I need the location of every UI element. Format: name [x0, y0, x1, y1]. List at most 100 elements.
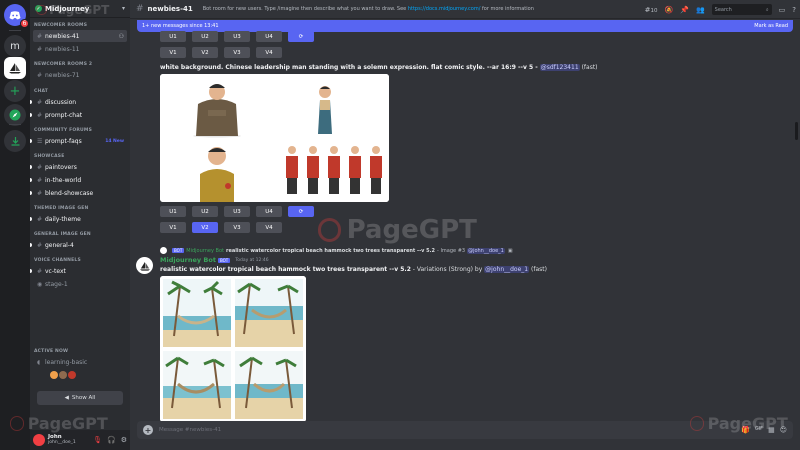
u1-button[interactable]: U1 — [160, 206, 186, 217]
avatar — [50, 371, 58, 379]
server-rail: 6 m + — [0, 0, 30, 450]
channel-vc-text[interactable]: # vc-text — [30, 265, 127, 277]
watermark-text: PageGPT — [707, 414, 788, 433]
generated-image-grid[interactable] — [160, 276, 306, 422]
scrollbar[interactable] — [795, 122, 798, 140]
channel-blend-showcase[interactable]: # blend-showcase — [30, 187, 127, 199]
v1-button[interactable]: V1 — [160, 47, 186, 58]
user-panel: John john__doe_1 🎙 🎧 ⚙ — [30, 430, 130, 450]
download-icon[interactable] — [4, 130, 26, 152]
server-icon-m[interactable]: m — [4, 35, 26, 57]
category-header[interactable]: NEWCOMER ROOMS 2 — [30, 60, 130, 68]
inbox-icon[interactable]: ▭ — [779, 6, 786, 14]
channel-newbies-71[interactable]: # newbies-71 — [33, 69, 127, 81]
speed-label: (fast) — [581, 64, 598, 71]
user-mention[interactable]: @john__doe_1 — [484, 266, 530, 273]
channel-topbar: # newbies-41 Bot room for new users. Typ… — [130, 0, 800, 19]
pin-icon[interactable]: 📌 — [680, 6, 689, 14]
u4-button[interactable]: U4 — [256, 206, 282, 217]
channel-label: learning-basic — [45, 358, 88, 366]
channel-topic[interactable]: Bot room for new users. Type /imagine th… — [203, 6, 534, 12]
headphones-icon[interactable]: 🎧 — [107, 436, 116, 444]
channel-newbies-41[interactable]: # newbies-41 ⚇ — [33, 30, 127, 42]
unread-indicator — [30, 139, 32, 143]
channel-in-the-world[interactable]: # in-the-world — [30, 174, 127, 186]
channel-learning-basic[interactable]: ◖ learning-basic — [33, 356, 127, 368]
message-header: Midjourney Bot BOT Today at 12:46 — [160, 256, 269, 264]
channel-daily-theme[interactable]: # daily-theme — [30, 213, 127, 225]
category-header[interactable]: THEMED IMAGE GEN — [30, 204, 130, 212]
category-header[interactable]: COMMUNITY FORUMS — [30, 126, 130, 134]
reply-reference[interactable]: BOT Midjourney Bot realistic watercolor … — [160, 247, 513, 254]
u2-button[interactable]: U2 — [192, 31, 218, 42]
channel-paintovers[interactable]: # paintovers — [30, 161, 127, 173]
category-header[interactable]: VOICE CHANNELS — [30, 256, 130, 264]
mute-bell-icon[interactable]: 🔕 — [665, 6, 674, 14]
u2-button[interactable]: U2 — [192, 206, 218, 217]
hash-icon: # — [37, 111, 43, 119]
add-member-icon[interactable]: ⚇ — [119, 33, 124, 40]
topbar-icons: #10 🔕 📌 👥 Search ⌕ ▭ ? — [645, 4, 796, 15]
mute-icon[interactable]: 🎙 — [93, 436, 102, 444]
notification-badge: 6 — [20, 19, 29, 28]
v2-button[interactable]: V2 — [192, 47, 218, 58]
search-input[interactable]: Search ⌕ — [711, 4, 772, 15]
u1-button[interactable]: U1 — [160, 31, 186, 42]
v2-button[interactable]: V2 — [192, 222, 218, 233]
channel-label: prompt-faqs — [45, 137, 82, 145]
category-header[interactable]: NEWCOMER ROOMS — [30, 21, 130, 29]
topic-link[interactable]: https://docs.midjourney.com/ — [408, 6, 481, 12]
sailboat-icon — [139, 261, 150, 271]
u3-button[interactable]: U3 — [224, 31, 250, 42]
bot-badge: BOT — [172, 248, 185, 253]
explore-icon[interactable] — [4, 104, 26, 126]
category-header[interactable]: GENERAL IMAGE GEN — [30, 230, 130, 238]
channel-sidebar: ✓ Midjourney ▾ NEWCOMER ROOMS # newbies-4… — [30, 0, 130, 450]
generated-image-grid[interactable] — [160, 74, 389, 202]
u3-button[interactable]: U3 — [224, 206, 250, 217]
u4-button[interactable]: U4 — [256, 31, 282, 42]
user-mention[interactable]: @sdf123411 — [539, 64, 580, 71]
members-icon[interactable]: 👥 — [696, 6, 705, 14]
threads-icon[interactable]: #10 — [645, 6, 658, 14]
channel-discussion[interactable]: # discussion — [30, 96, 127, 108]
channel-prompt-chat[interactable]: # prompt-chat — [30, 109, 127, 121]
hash-icon: # — [37, 176, 43, 184]
reroll-button[interactable]: ⟳ — [288, 206, 314, 217]
v1-button[interactable]: V1 — [160, 222, 186, 233]
watermark-logo-icon — [690, 416, 705, 431]
reroll-button[interactable]: ⟳ — [288, 31, 314, 42]
show-all-button[interactable]: ◀ Show All — [37, 391, 123, 405]
v3-button[interactable]: V3 — [224, 222, 250, 233]
help-icon[interactable]: ? — [792, 6, 796, 14]
channel-stage-1[interactable]: ◉ stage-1 — [33, 278, 127, 290]
user-mention[interactable]: @john__doe_1 — [467, 247, 505, 254]
author-name[interactable]: Midjourney Bot — [160, 256, 216, 264]
v4-button[interactable]: V4 — [256, 47, 282, 58]
channel-label: general-4 — [45, 241, 74, 249]
server-icon-midjourney[interactable] — [4, 57, 26, 79]
v3-button[interactable]: V3 — [224, 47, 250, 58]
channel-prompt-faqs[interactable]: ☰ prompt-faqs 14 New — [30, 135, 127, 147]
add-server-icon[interactable]: + — [4, 80, 26, 102]
user-names: John john__doe_1 — [48, 434, 76, 446]
bot-avatar[interactable] — [136, 257, 153, 274]
watermark: PageGPT — [318, 215, 477, 245]
home-button[interactable]: 6 — [4, 4, 29, 28]
category-header[interactable]: CHAT — [30, 87, 130, 95]
hash-icon: # — [37, 215, 43, 223]
hash-icon: # — [37, 32, 43, 40]
show-all-label: Show All — [71, 395, 96, 401]
mark-as-read-button[interactable]: Mark as Read — [754, 23, 788, 29]
avatar[interactable] — [33, 434, 45, 446]
channel-general-4[interactable]: # general-4 — [30, 239, 127, 251]
category-header[interactable]: SHOWCASE — [30, 152, 130, 160]
new-messages-text: 1+ new messages since 13:41 — [142, 23, 219, 29]
hash-icon: # — [136, 4, 144, 14]
channel-label: paintovers — [45, 163, 77, 171]
settings-gear-icon[interactable]: ⚙ — [121, 436, 127, 444]
v4-button[interactable]: V4 — [256, 222, 282, 233]
channel-newbies-11[interactable]: # newbies-11 — [33, 43, 127, 55]
watermark-text: PageGPT — [346, 215, 477, 245]
attach-plus-icon[interactable]: + — [143, 425, 153, 435]
